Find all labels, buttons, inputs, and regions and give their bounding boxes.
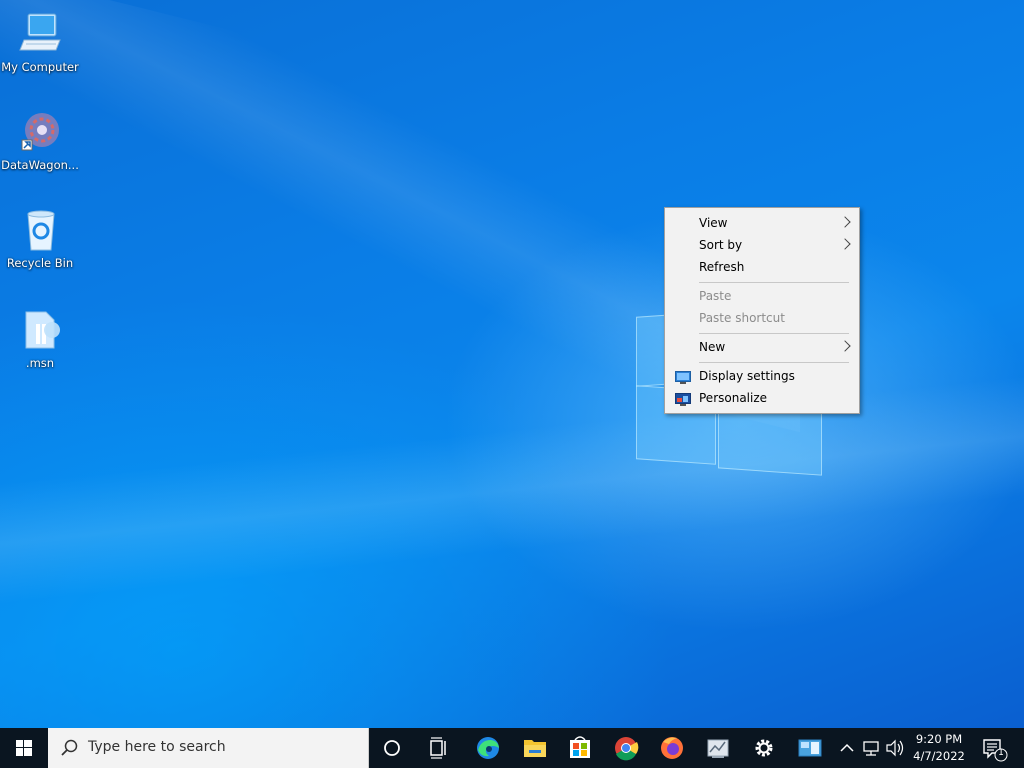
light-beam	[0, 376, 1024, 604]
chrome-icon	[615, 737, 639, 761]
taskbar: Type here to search 9:20 PM 4/7/2022 1	[0, 728, 1024, 768]
firefox-button[interactable]	[649, 728, 695, 768]
edge-icon	[477, 737, 499, 759]
firefox-icon	[661, 737, 683, 759]
desktop-icon-recycle-bin[interactable]: Recycle Bin	[0, 206, 80, 270]
menu-item-display-settings[interactable]: Display settings	[665, 365, 859, 387]
task-view-button[interactable]	[416, 728, 462, 768]
store-button[interactable]	[557, 728, 603, 768]
control-panel-button[interactable]	[787, 728, 833, 768]
desktop-icon-label: .msn	[25, 356, 55, 370]
taskbar-search-box[interactable]: Type here to search	[48, 728, 369, 768]
search-icon	[61, 739, 78, 756]
desktop[interactable]: My Computer DataWagon... Recycle Bin .ms…	[0, 0, 1024, 728]
personalize-icon	[675, 391, 691, 406]
app-icon	[707, 739, 729, 758]
display-settings-icon	[675, 369, 691, 384]
clock-button[interactable]: 9:20 PM 4/7/2022	[908, 728, 970, 768]
menu-item-personalize[interactable]: Personalize	[665, 387, 859, 409]
desktop-icon-label: DataWagon...	[1, 158, 79, 172]
edge-button[interactable]	[465, 728, 511, 768]
notification-count-badge: 1	[998, 748, 1004, 758]
menu-item-label: Sort by	[699, 238, 743, 252]
clock-date: 4/7/2022	[913, 749, 965, 763]
network-button[interactable]	[860, 728, 882, 768]
menu-item-paste-shortcut[interactable]: Paste shortcut	[665, 307, 859, 329]
menu-item-sort-by[interactable]: Sort by	[665, 234, 859, 256]
volume-icon	[886, 739, 904, 757]
menu-item-view[interactable]: View	[665, 212, 859, 234]
volume-button[interactable]	[884, 728, 906, 768]
desktop-icon-label: My Computer	[1, 60, 79, 74]
menu-item-label: Display settings	[699, 369, 795, 383]
clock-time: 9:20 PM	[915, 732, 963, 746]
desktop-icon-datawagon[interactable]: DataWagon...	[0, 108, 80, 172]
menu-item-label: New	[699, 340, 726, 354]
desktop-icon-my-computer[interactable]: My Computer	[0, 10, 80, 74]
file-explorer-icon	[524, 740, 546, 757]
menu-item-label: View	[699, 216, 728, 230]
settings-icon	[755, 739, 773, 757]
desktop-icon-msn[interactable]: .msn	[0, 306, 80, 370]
folder-icon	[16, 306, 64, 354]
cortana-icon	[384, 740, 400, 756]
menu-separator	[699, 333, 849, 334]
search-placeholder: Type here to search	[88, 739, 226, 755]
action-center-button[interactable]: 1	[978, 728, 1024, 768]
menu-item-label: Refresh	[699, 260, 745, 274]
store-icon	[570, 736, 590, 758]
menu-item-new[interactable]: New	[665, 336, 859, 358]
desktop-context-menu: View Sort by Refresh Paste Paste shortcu…	[664, 207, 860, 414]
chevron-right-icon	[839, 216, 851, 228]
task-view-icon	[430, 737, 446, 759]
file-explorer-button[interactable]	[512, 728, 558, 768]
chevron-up-icon	[840, 743, 854, 752]
control-panel-icon	[798, 739, 822, 757]
windows-start-icon	[16, 740, 32, 756]
menu-item-label: Paste shortcut	[699, 311, 785, 325]
app-button[interactable]	[695, 728, 741, 768]
start-button[interactable]	[0, 728, 48, 768]
computer-icon	[16, 10, 64, 58]
menu-separator	[699, 362, 849, 363]
menu-item-refresh[interactable]: Refresh	[665, 256, 859, 278]
chevron-right-icon	[839, 340, 851, 352]
menu-item-label: Personalize	[699, 391, 768, 405]
settings-button[interactable]	[741, 728, 787, 768]
datawagon-app-icon	[16, 108, 64, 156]
chevron-right-icon	[839, 238, 851, 250]
chrome-button[interactable]	[603, 728, 649, 768]
network-icon	[863, 741, 879, 756]
recycle-bin-icon	[16, 206, 64, 254]
show-hidden-icons-button[interactable]	[836, 728, 858, 768]
desktop-icon-label: Recycle Bin	[6, 256, 74, 270]
cortana-button[interactable]	[369, 728, 415, 768]
menu-separator	[699, 282, 849, 283]
menu-item-paste[interactable]: Paste	[665, 285, 859, 307]
menu-item-label: Paste	[699, 289, 732, 303]
